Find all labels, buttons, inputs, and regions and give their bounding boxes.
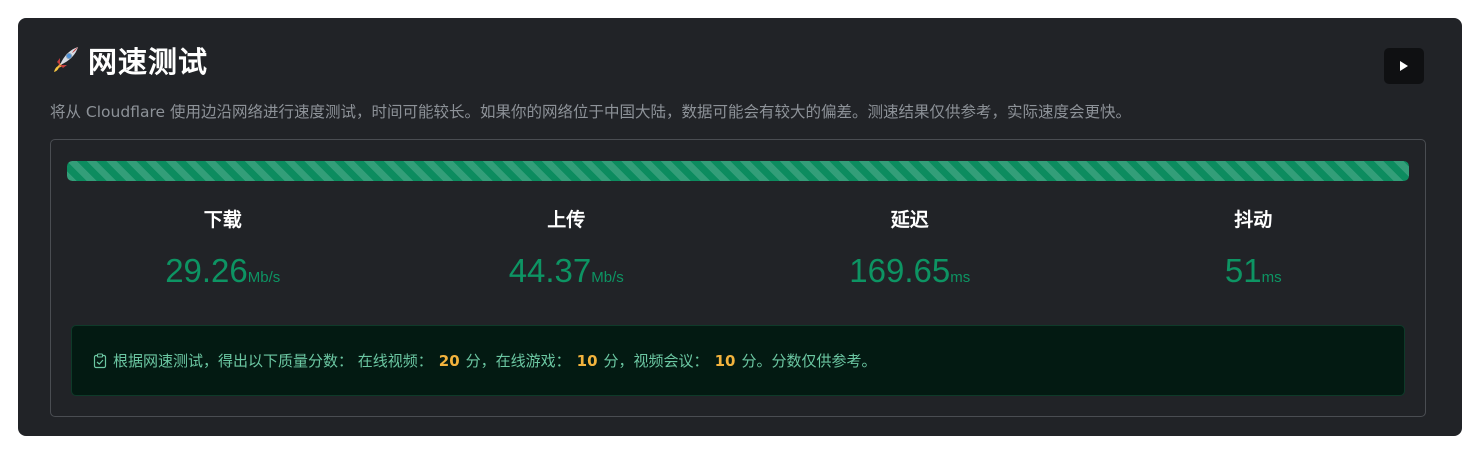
clipboard-icon xyxy=(92,352,108,369)
metric-label: 延迟 xyxy=(890,209,929,231)
rocket-icon xyxy=(48,43,82,77)
results-panel: 下载 29.26Mb/s 上传 44.37Mb/s 延迟 169.65ms 抖动 xyxy=(50,139,1426,417)
page-title: 网速测试 xyxy=(88,45,209,79)
card-header: 网速测试 xyxy=(48,40,208,80)
metric-value: 29.26 xyxy=(165,252,248,289)
play-icon xyxy=(1400,61,1408,71)
metric-unit: ms xyxy=(950,269,971,286)
metric-value: 169.65 xyxy=(849,252,951,289)
metric-label: 下载 xyxy=(203,209,242,231)
metric-value: 51 xyxy=(1224,252,1262,289)
metric-jitter: 抖动 51ms xyxy=(1082,206,1426,292)
progress-bar-fill xyxy=(67,161,1409,181)
video-score: 20 xyxy=(438,351,460,370)
metric-unit: Mb/s xyxy=(247,269,281,286)
metric-latency: 延迟 169.65ms xyxy=(738,206,1082,292)
metric-label: 上传 xyxy=(547,209,586,231)
metric-download: 下载 29.26Mb/s xyxy=(51,206,395,292)
metric-unit: Mb/s xyxy=(591,269,624,286)
metric-upload: 上传 44.37Mb/s xyxy=(395,206,739,292)
quality-score-alert: 根据网速测试，得出以下质量分数： 在线视频： 20 分，在线游戏： 10 分，视… xyxy=(71,325,1405,396)
score-prefix: 根据网速测试，得出以下质量分数： 在线视频： xyxy=(113,352,433,370)
speed-test-card: 网速测试 将从 Cloudflare 使用边沿网络进行速度测试，时间可能较长。如… xyxy=(18,18,1462,436)
conference-score: 10 xyxy=(714,351,736,370)
metric-label: 抖动 xyxy=(1234,209,1273,231)
start-test-button[interactable] xyxy=(1384,48,1424,84)
score-text-conference: 分，视频会议： xyxy=(603,352,709,370)
metric-value: 44.37 xyxy=(508,252,592,289)
metric-unit: ms xyxy=(1261,269,1282,286)
game-score: 10 xyxy=(576,351,598,370)
progress-bar xyxy=(67,161,1409,181)
score-suffix: 分。分数仅供参考。 xyxy=(741,352,877,370)
score-text-game: 分，在线游戏： xyxy=(465,352,571,370)
test-description: 将从 Cloudflare 使用边沿网络进行速度测试，时间可能较长。如果你的网络… xyxy=(50,103,1131,121)
metrics-row: 下载 29.26Mb/s 上传 44.37Mb/s 延迟 169.65ms 抖动 xyxy=(51,206,1425,292)
